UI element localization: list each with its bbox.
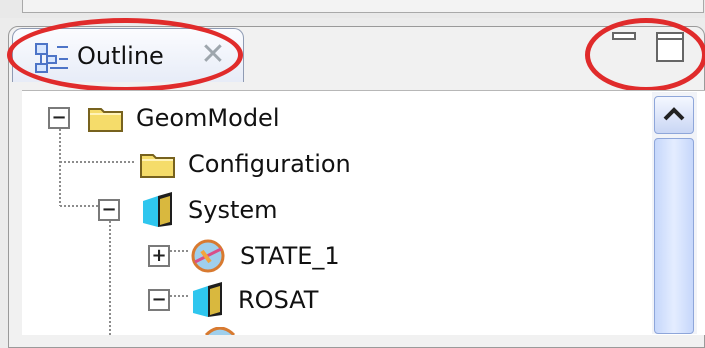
tree-item-label: GeomModel: [136, 104, 280, 132]
editor-area-border: [22, 0, 704, 13]
scrollbar-thumb[interactable]: [654, 138, 694, 334]
tree-item-label: System: [188, 196, 278, 224]
outline-tab[interactable]: Outline ✕: [12, 28, 244, 82]
folder-icon: [88, 108, 123, 132]
state-icon: [191, 239, 225, 273]
expand-icon[interactable]: +: [148, 245, 170, 267]
outline-tab-label: Outline: [77, 42, 164, 70]
tree-item-rosat[interactable]: − ROSAT: [148, 279, 318, 321]
tree-item-configuration[interactable]: Configuration: [140, 143, 351, 185]
scroll-up-button[interactable]: [654, 96, 694, 134]
tree-item-geommodel[interactable]: − GeomModel: [48, 97, 279, 139]
outline-tree-panel: − GeomModel Configuration − System + STA…: [22, 90, 705, 335]
folder-icon: [140, 154, 175, 178]
tree-item-state-1[interactable]: + STATE_1: [148, 235, 340, 277]
system-icon: [193, 282, 222, 317]
editor-area-edge: [0, 0, 705, 18]
collapse-icon[interactable]: −: [48, 107, 70, 129]
tree-item-system[interactable]: − System: [98, 189, 278, 231]
outline-icon: [35, 43, 68, 73]
collapse-icon[interactable]: −: [148, 289, 170, 311]
tree-item-label: STATE_1: [240, 242, 340, 270]
tree-item-label: ROSAT: [238, 286, 319, 314]
maximize-icon[interactable]: [656, 32, 684, 62]
tree-item-label: Configuration: [188, 150, 351, 178]
minimize-icon[interactable]: [612, 32, 636, 48]
close-icon[interactable]: ✕: [199, 40, 227, 70]
collapse-icon[interactable]: −: [98, 199, 120, 221]
system-icon: [143, 192, 172, 227]
chevron-up-icon: [663, 107, 685, 121]
